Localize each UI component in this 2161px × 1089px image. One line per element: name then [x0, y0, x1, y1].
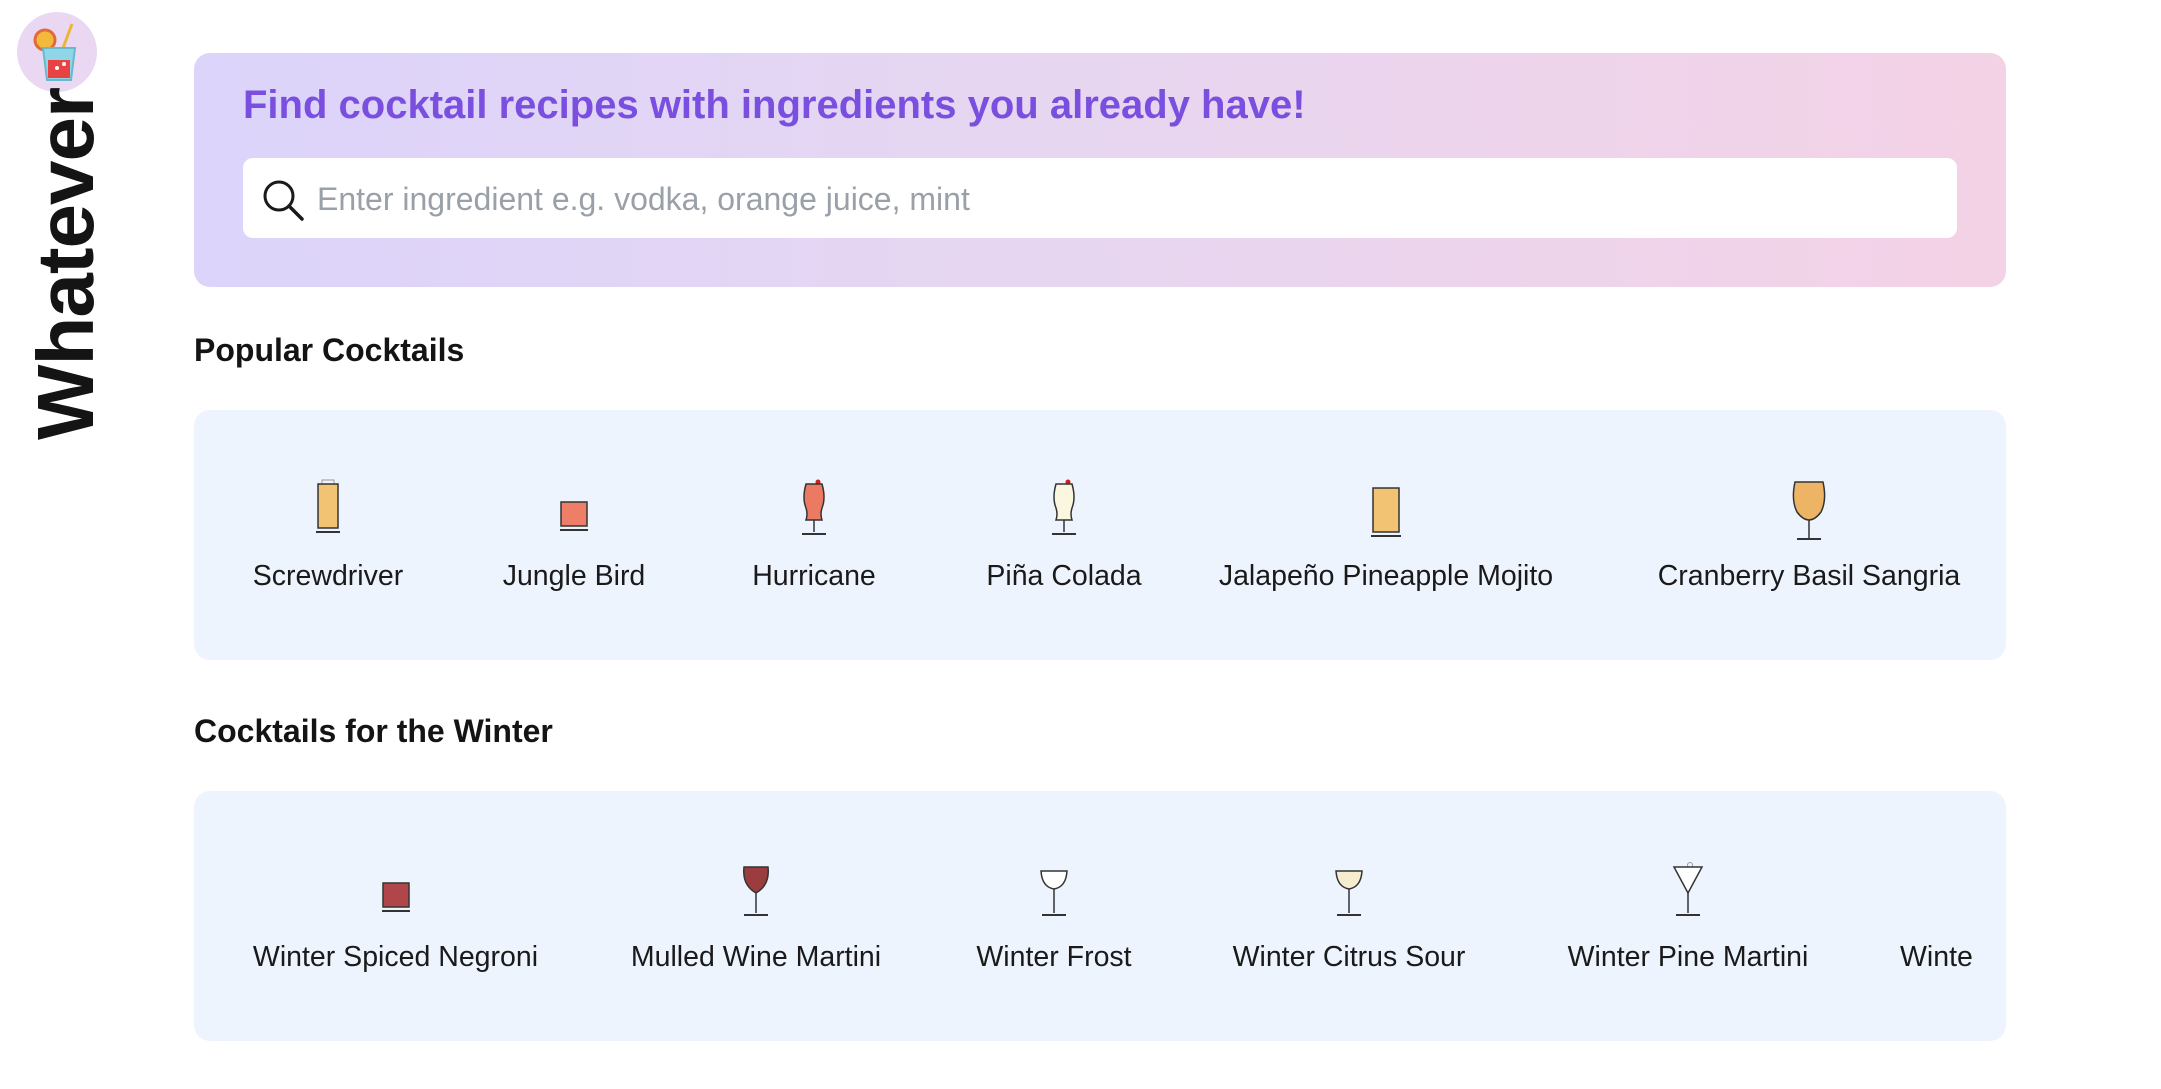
- search-box[interactable]: [243, 158, 1957, 240]
- cocktail-card-cranberry-basil-sangria[interactable]: Cranberry Basil Sangria: [1634, 410, 1984, 660]
- cocktail-card-hurricane[interactable]: Hurricane: [734, 410, 894, 660]
- cocktail-card-winter-pine-martini[interactable]: Winter Pine Martini: [1558, 791, 1818, 1041]
- cocktail-name: Piña Colada: [986, 560, 1142, 592]
- cocktail-logo-icon: [33, 23, 77, 81]
- hurricane-glass-icon: [1052, 479, 1076, 535]
- cocktail-name: Cranberry Basil Sangria: [1657, 560, 1961, 592]
- cocktail-card-jalapeno-pineapple-mojito[interactable]: Jalapeño Pineapple Mojito: [1206, 410, 1566, 660]
- cocktail-name: Hurricane: [752, 560, 876, 592]
- popular-cocktails-list: Screwdriver Jungle Bird Hurricane Piña C…: [194, 410, 2006, 660]
- winter-cocktails-heading: Cocktails for the Winter: [194, 713, 553, 749]
- app-name: Whatever: [21, 87, 110, 440]
- ingredient-search-input[interactable]: [315, 158, 1939, 240]
- cocktail-card-mulled-wine-martini[interactable]: Mulled Wine Martini: [626, 791, 886, 1041]
- cocktail-card-winter-frost[interactable]: Winter Frost: [964, 791, 1144, 1041]
- cocktail-card-screwdriver[interactable]: Screwdriver: [248, 410, 408, 660]
- wine-glass-icon: [743, 866, 769, 916]
- winter-cocktails-list: Winter Spiced Negroni Mulled Wine Martin…: [194, 791, 2006, 1041]
- sidebar: Whatever: [0, 0, 115, 1089]
- hero-title: Find cocktail recipes with ingredients y…: [243, 83, 1306, 127]
- search-icon: [263, 180, 304, 221]
- cocktail-name: Jungle Bird: [502, 560, 646, 592]
- martini-glass-icon: [1672, 862, 1704, 916]
- popular-cocktails-heading: Popular Cocktails: [194, 332, 465, 368]
- cocktail-name: Winter Pine Martini: [1567, 941, 1809, 973]
- coupe-glass-icon: [1335, 870, 1363, 916]
- cocktail-name: Winter Frost: [976, 941, 1132, 973]
- highball-glass-icon: [316, 479, 340, 533]
- search-hero: Find cocktail recipes with ingredients y…: [194, 53, 2006, 287]
- cocktail-name: Winte: [1900, 941, 1973, 973]
- cocktail-card-partial[interactable]: Winte: [1900, 791, 2006, 1041]
- hurricane-glass-icon: [802, 479, 826, 535]
- coupe-glass-icon: [1040, 870, 1068, 916]
- collins-glass-icon: [1371, 487, 1401, 537]
- rocks-glass-icon: [381, 882, 410, 912]
- cocktail-card-pina-colada[interactable]: Piña Colada: [964, 410, 1164, 660]
- cocktail-name: Screwdriver: [252, 560, 404, 592]
- balloon-glass-icon: [1792, 481, 1826, 540]
- cocktail-name: Winter Citrus Sour: [1232, 941, 1466, 973]
- rocks-glass-icon: [560, 501, 588, 531]
- cocktail-card-jungle-bird[interactable]: Jungle Bird: [494, 410, 654, 660]
- cocktail-card-winter-spiced-negroni[interactable]: Winter Spiced Negroni: [248, 791, 543, 1041]
- cocktail-name: Winter Spiced Negroni: [252, 941, 539, 973]
- cocktail-name: Jalapeño Pineapple Mojito: [1218, 560, 1554, 592]
- cocktail-name: Mulled Wine Martini: [630, 941, 882, 973]
- logo-avatar[interactable]: [17, 12, 97, 92]
- cocktail-card-winter-citrus-sour[interactable]: Winter Citrus Sour: [1224, 791, 1474, 1041]
